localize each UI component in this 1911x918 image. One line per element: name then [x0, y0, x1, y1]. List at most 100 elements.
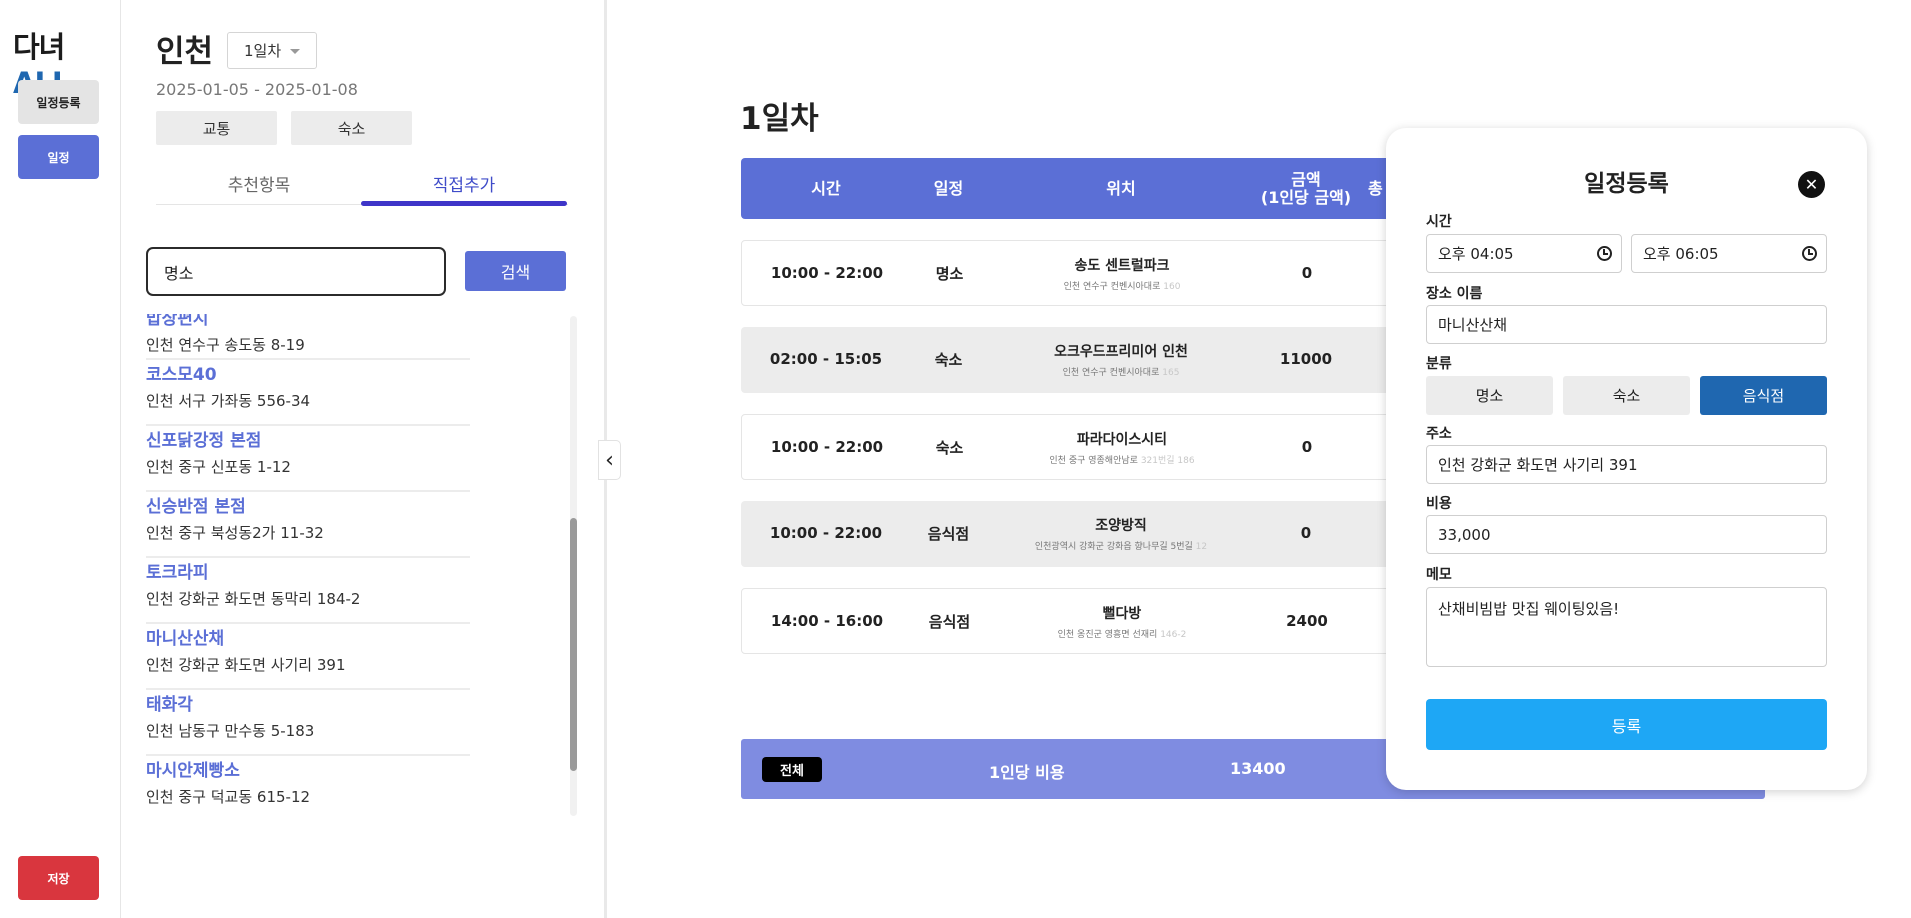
modal-title: 일정등록 — [1584, 171, 1669, 197]
time-label: 시간 — [1426, 214, 1452, 230]
result-name: 토크라피 — [146, 563, 209, 583]
schedule-button[interactable]: 일정 — [18, 135, 99, 179]
place-name-field[interactable]: 마니산산채 — [1426, 305, 1827, 344]
result-address: 인천 남동구 만수동 5-183 — [146, 722, 315, 740]
category-restaurant-button[interactable]: 음식점 — [1700, 376, 1827, 415]
list-item[interactable]: 코스모40 인천 서구 가좌동 556-34 — [146, 360, 470, 426]
tab-direct-add[interactable]: 직접추가 — [361, 171, 567, 196]
row-location-name: 오크우드프리미어 인천 — [1054, 343, 1188, 360]
result-name: 코스모40 — [146, 365, 217, 385]
address-value: 인천 강화군 화도면 사기리 391 — [1438, 456, 1638, 474]
row-location-name: 뻘다방 — [1102, 605, 1142, 622]
lodging-chip[interactable]: 숙소 — [291, 111, 412, 145]
row-amount: 11000 — [1279, 350, 1333, 368]
list-item[interactable]: 신승반점 본점 인천 중구 북성동2가 11-32 — [146, 492, 470, 558]
list-item[interactable]: 신포닭강정 본점 인천 중구 신포동 1-12 — [146, 426, 470, 492]
category-label: 분류 — [1426, 356, 1452, 372]
row-amount: 0 — [1300, 524, 1312, 542]
per-person-label: 1인당 비용 — [989, 763, 1065, 782]
collapse-panel-button[interactable]: ‹ — [598, 440, 621, 480]
tab-recommended[interactable]: 추천항목 — [156, 171, 362, 196]
place-label: 장소 이름 — [1426, 286, 1483, 302]
submit-button[interactable]: 등록 — [1426, 699, 1827, 750]
end-time-field[interactable]: 오후 06:05 — [1631, 234, 1827, 273]
list-item[interactable]: 밥상편시 인천 연수구 송도동 8-19 — [146, 314, 470, 360]
clock-icon[interactable] — [1802, 246, 1817, 261]
result-address: 인천 중구 덕교동 615-12 — [146, 788, 311, 806]
row-location-name: 송도 센트럴파크 — [1074, 257, 1170, 274]
row-location-address: 인천 연수구 컨벤시아대로 165 — [1062, 367, 1180, 378]
chevron-left-icon: ‹ — [605, 447, 614, 473]
result-address: 인천 서구 가좌동 556-34 — [146, 392, 311, 410]
row-time: 14:00 - 16:00 — [770, 612, 884, 630]
result-address: 인천 강화군 화도면 동막리 184-2 — [146, 590, 361, 608]
result-address: 인천 중구 신포동 1-12 — [146, 458, 291, 476]
active-tab-indicator — [361, 201, 567, 206]
result-address: 인천 중구 북성동2가 11-32 — [146, 524, 324, 542]
row-location-address: 인천 연수구 컨벤시아대로 160 — [1063, 281, 1181, 292]
row-amount: 2400 — [1286, 612, 1328, 630]
row-amount: 0 — [1301, 438, 1313, 456]
row-location: 뻘다방 인천 옹진군 영흥면 선재리 146-2 — [987, 589, 1257, 653]
row-time: 02:00 - 15:05 — [769, 350, 883, 368]
row-type: 명소 — [935, 264, 964, 283]
search-input[interactable] — [146, 247, 446, 296]
start-time-field[interactable]: 오후 04:05 — [1426, 234, 1622, 273]
header-schedule: 일정 — [933, 178, 964, 198]
row-time: 10:00 - 22:00 — [770, 264, 884, 282]
row-type: 음식점 — [927, 524, 970, 543]
category-attraction-button[interactable]: 명소 — [1426, 376, 1553, 415]
close-icon: ✕ — [1804, 175, 1819, 194]
list-item[interactable]: 마시안제빵소 인천 중구 덕교동 615-12 — [146, 756, 470, 816]
search-results-list: 밥상편시 인천 연수구 송도동 8-19 코스모40 인천 서구 가좌동 556… — [146, 314, 470, 816]
result-name: 태화각 — [146, 695, 193, 715]
total-badge: 전체 — [762, 757, 822, 782]
address-field[interactable]: 인천 강화군 화도면 사기리 391 — [1426, 445, 1827, 484]
list-item[interactable]: 태화각 인천 남동구 만수동 5-183 — [146, 690, 470, 756]
row-type: 음식점 — [928, 612, 971, 631]
cost-field[interactable]: 33,000 — [1426, 515, 1827, 554]
row-time: 10:00 - 22:00 — [769, 524, 883, 542]
row-location: 오크우드프리미어 인천 인천 연수구 컨벤시아대로 165 — [986, 327, 1256, 391]
day-select[interactable]: 1일차 — [227, 32, 317, 69]
result-address: 인천 연수구 송도동 8-19 — [146, 336, 305, 354]
memo-label: 메모 — [1426, 567, 1452, 583]
row-location-address: 인천 옹진군 영흥면 선재리 146-2 — [1057, 629, 1187, 640]
place-name-value: 마니산산채 — [1438, 316, 1508, 334]
left-rail: 다녀ALL 일정등록 일정 저장 — [0, 0, 121, 918]
search-button[interactable]: 검색 — [465, 251, 566, 291]
row-location-address: 인천 중구 영종해안남로 321번길 186 — [1049, 455, 1195, 466]
result-name: 마니산산채 — [146, 629, 225, 649]
row-type: 숙소 — [935, 438, 964, 457]
result-name: 신포닭강정 본점 — [146, 431, 262, 451]
category-lodging-button[interactable]: 숙소 — [1563, 376, 1690, 415]
end-time-value: 오후 06:05 — [1643, 245, 1719, 263]
row-location: 파라다이스시티 인천 중구 영종해안남로 321번길 186 — [987, 415, 1257, 479]
row-type: 숙소 — [934, 350, 963, 369]
row-time: 10:00 - 22:00 — [770, 438, 884, 456]
search-panel: 인천 1일차 2025-01-05 - 2025-01-08 교통 숙소 추천항… — [121, 0, 607, 918]
caret-down-icon — [290, 49, 300, 54]
row-location: 송도 센트럴파크 인천 연수구 컨벤시아대로 160 — [987, 241, 1257, 305]
list-item[interactable]: 토크라피 인천 강화군 화도면 동막리 184-2 — [146, 558, 470, 624]
cost-label: 비용 — [1426, 496, 1452, 512]
trip-dates: 2025-01-05 - 2025-01-08 — [156, 80, 358, 99]
city-title: 인천 — [156, 34, 214, 70]
clock-icon[interactable] — [1597, 246, 1612, 261]
register-schedule-button[interactable]: 일정등록 — [18, 80, 99, 124]
scrollbar-thumb[interactable] — [570, 518, 577, 771]
cost-value: 33,000 — [1438, 525, 1491, 544]
row-amount: 0 — [1301, 264, 1313, 282]
close-button[interactable]: ✕ — [1798, 171, 1825, 198]
day-select-value: 1일차 — [244, 42, 282, 60]
header-time: 시간 — [811, 178, 841, 198]
save-button[interactable]: 저장 — [18, 856, 99, 900]
result-name: 밥상편시 — [146, 314, 209, 329]
result-name: 신승반점 본점 — [146, 497, 246, 517]
memo-field[interactable]: 산채비빔밥 맛집 웨이팅있음! — [1426, 587, 1827, 667]
list-item[interactable]: 마니산산채 인천 강화군 화도면 사기리 391 — [146, 624, 470, 690]
result-name: 마시안제빵소 — [146, 761, 240, 781]
header-amount-line1: 금액 — [1291, 169, 1321, 189]
transport-chip[interactable]: 교통 — [156, 111, 277, 145]
day-title: 1일차 — [740, 101, 819, 137]
